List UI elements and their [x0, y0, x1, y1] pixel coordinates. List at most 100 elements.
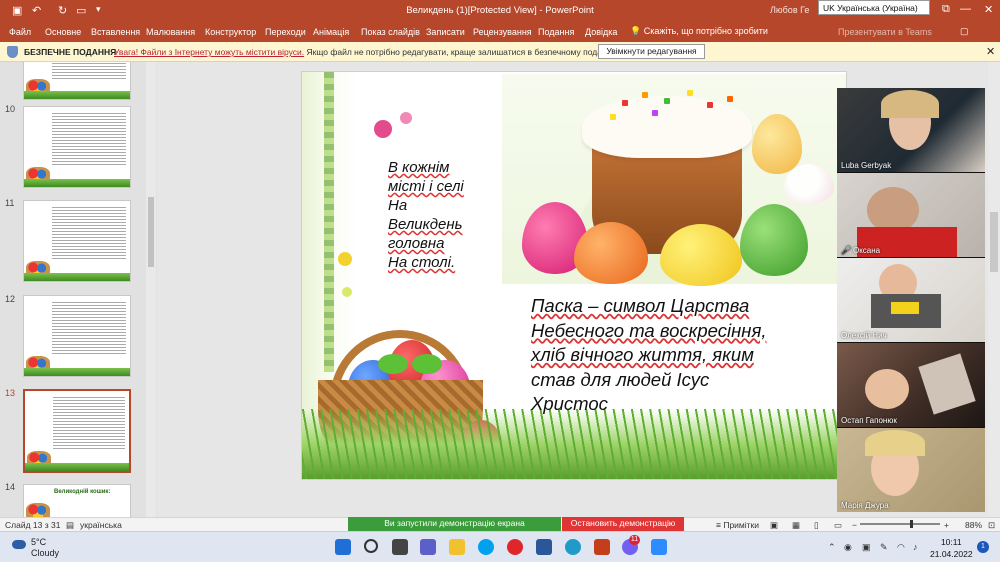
tab-home[interactable]: Основне: [45, 27, 81, 37]
language-indicator[interactable]: українська: [80, 520, 122, 530]
text-line: хліб вічного життя, яким: [531, 344, 754, 365]
tab-help[interactable]: Довідка: [585, 27, 617, 37]
participant-tile[interactable]: Олексій Нич: [837, 258, 985, 342]
slide-thumbnail-11[interactable]: [23, 200, 131, 282]
tell-me-search[interactable]: 💡 Скажіть, що потрібно зробити: [630, 26, 768, 37]
slide-thumbnail-pane[interactable]: 10 11 12 13 14 Великодній кошик:: [0, 62, 157, 517]
wifi-icon[interactable]: ◠: [897, 542, 905, 553]
enable-editing-button[interactable]: Увімкнути редагування: [598, 44, 705, 59]
tab-transitions[interactable]: Переходи: [265, 27, 306, 37]
volume-icon[interactable]: ♪: [913, 542, 918, 552]
weather-widget[interactable]: 5°C Cloudy: [12, 537, 59, 559]
tab-animations[interactable]: Анімація: [313, 27, 349, 37]
user-name[interactable]: Любов Ге: [770, 5, 809, 15]
language-popup: UK Українська (Україна): [818, 0, 930, 15]
comments-icon[interactable]: ▢: [960, 26, 969, 37]
text-line: На столі.: [388, 254, 456, 271]
slide-text-box-1[interactable]: В кожнім місті і селі На Великдень голов…: [388, 158, 508, 272]
notes-label: Примітки: [723, 520, 760, 530]
file-explorer-icon[interactable]: [449, 539, 465, 555]
text-line: Великдень: [388, 216, 463, 233]
skype-icon[interactable]: [478, 539, 494, 555]
slide-thumbnail-14[interactable]: Великодній кошик:: [23, 484, 131, 517]
slide-thumbnail-10[interactable]: [23, 106, 131, 188]
flower-icon: [784, 164, 834, 204]
tab-view[interactable]: Подання: [538, 27, 574, 37]
slide-text-box-2[interactable]: Паска – символ Царства Небесного та воск…: [531, 294, 841, 417]
egg-green: [740, 204, 808, 276]
participant-hair: [881, 90, 939, 118]
title-bar: ▣ ↶ ↻ ▭ ▾ Великдень (1)[Protected View] …: [0, 0, 1000, 22]
spellcheck-icon[interactable]: ▤: [66, 520, 74, 531]
teams-chat-icon[interactable]: [420, 539, 436, 555]
ribbon-display-icon[interactable]: ⧉: [942, 3, 950, 16]
tab-draw[interactable]: Малювання: [146, 27, 195, 37]
start-icon[interactable]: [335, 539, 351, 555]
opera-icon[interactable]: [507, 539, 523, 555]
powerpoint-icon[interactable]: [594, 539, 610, 555]
warning-text: Якщо файл не потрібно редагувати, краще …: [306, 47, 616, 57]
word-icon[interactable]: [536, 539, 552, 555]
flower-icon: [400, 112, 412, 124]
edge-icon[interactable]: [565, 539, 581, 555]
slideshow-icon[interactable]: ▭: [834, 520, 842, 531]
participant-tile[interactable]: Марія Джура: [837, 428, 985, 512]
current-slide[interactable]: В кожнім місті і селі На Великдень голов…: [301, 71, 847, 480]
zoom-app-icon[interactable]: [651, 539, 667, 555]
system-clock[interactable]: 10:11 21.04.2022: [930, 536, 973, 560]
tab-file[interactable]: Файл: [9, 27, 31, 37]
meet-now-icon[interactable]: ▣: [862, 542, 871, 553]
notes-icon: ≡: [716, 520, 721, 530]
slide-sorter-icon[interactable]: ▦: [792, 520, 800, 531]
close-message-icon[interactable]: ✕: [986, 45, 995, 58]
slide-thumbnail-9[interactable]: [23, 62, 131, 100]
screen-sharing-notice: Ви запустили демонстрацію екрана: [348, 517, 561, 531]
video-call-panel[interactable]: Luba Gerbyak 🎤 Оксана Олексій Нич Остап Г…: [837, 88, 985, 512]
notification-badge[interactable]: 1: [977, 541, 989, 553]
participant-tile[interactable]: 🎤 Оксана: [837, 173, 985, 257]
tab-slideshow[interactable]: Показ слайдів: [361, 27, 420, 37]
grass-decoration: [302, 409, 846, 479]
participant-tile[interactable]: Luba Gerbyak: [837, 88, 985, 172]
time: 10:11: [940, 537, 962, 547]
slide-thumbnail-12[interactable]: [23, 295, 131, 377]
ribbon-tabs: Файл Основне Вставлення Малювання Констр…: [0, 22, 1000, 42]
protected-view-bar: БЕЗПЕЧНЕ ПОДАННЯ Увага! Файли з Інтернет…: [0, 42, 1000, 62]
canvas-scrollbar[interactable]: [988, 62, 1000, 517]
notes-button[interactable]: ≡ Примітки: [716, 520, 759, 530]
participant-tile[interactable]: Остап Гапонюк: [837, 343, 985, 427]
minimize-icon[interactable]: —: [960, 3, 971, 15]
slide-counter: Слайд 13 з 31: [5, 520, 61, 530]
windows-taskbar: 5°C Cloudy ⌃ ◉ ▣ ✎ ◠ ♪ 10:11 21.04.2022 1: [0, 531, 1000, 562]
zoom-slider[interactable]: [860, 520, 940, 528]
task-view-icon[interactable]: [392, 539, 408, 555]
thumbnail-scrollbar[interactable]: [146, 62, 156, 517]
show-hidden-icons[interactable]: ⌃: [828, 542, 836, 553]
zoom-in-icon[interactable]: +: [944, 520, 949, 530]
participant-hair: [865, 430, 925, 456]
stop-sharing-button[interactable]: Остановить демонстрацію: [562, 517, 684, 531]
text-line: став для людей Ісус: [531, 368, 710, 390]
participant-object: [918, 353, 976, 415]
tell-me-text: Скажіть, що потрібно зробити: [643, 26, 768, 36]
text-line: Паска – символ Царства: [531, 295, 750, 316]
slide-thumbnail-13[interactable]: [23, 389, 131, 473]
tab-design[interactable]: Конструктор: [205, 27, 256, 37]
close-window-icon[interactable]: ✕: [984, 3, 993, 16]
reading-view-icon[interactable]: ▯: [814, 520, 819, 531]
tab-review[interactable]: Рецензування: [473, 27, 532, 37]
tab-record[interactable]: Записати: [426, 27, 465, 37]
zoom-slider-knob[interactable]: [910, 520, 913, 528]
fit-slide-icon[interactable]: ⊡: [988, 520, 995, 531]
zoom-level[interactable]: 88%: [965, 520, 982, 530]
teams-tray-icon[interactable]: ◉: [844, 542, 852, 553]
search-icon[interactable]: [364, 539, 378, 553]
tab-insert[interactable]: Вставлення: [91, 27, 140, 37]
viber-unread-badge: 11: [629, 535, 640, 545]
pen-icon[interactable]: ✎: [880, 542, 888, 553]
flower-icon: [752, 114, 802, 174]
normal-view-icon[interactable]: ▣: [770, 520, 778, 531]
zoom-out-icon[interactable]: −: [852, 520, 857, 530]
text-line: Христос: [531, 393, 608, 414]
present-in-teams[interactable]: Презентувати в Teams: [838, 27, 932, 37]
